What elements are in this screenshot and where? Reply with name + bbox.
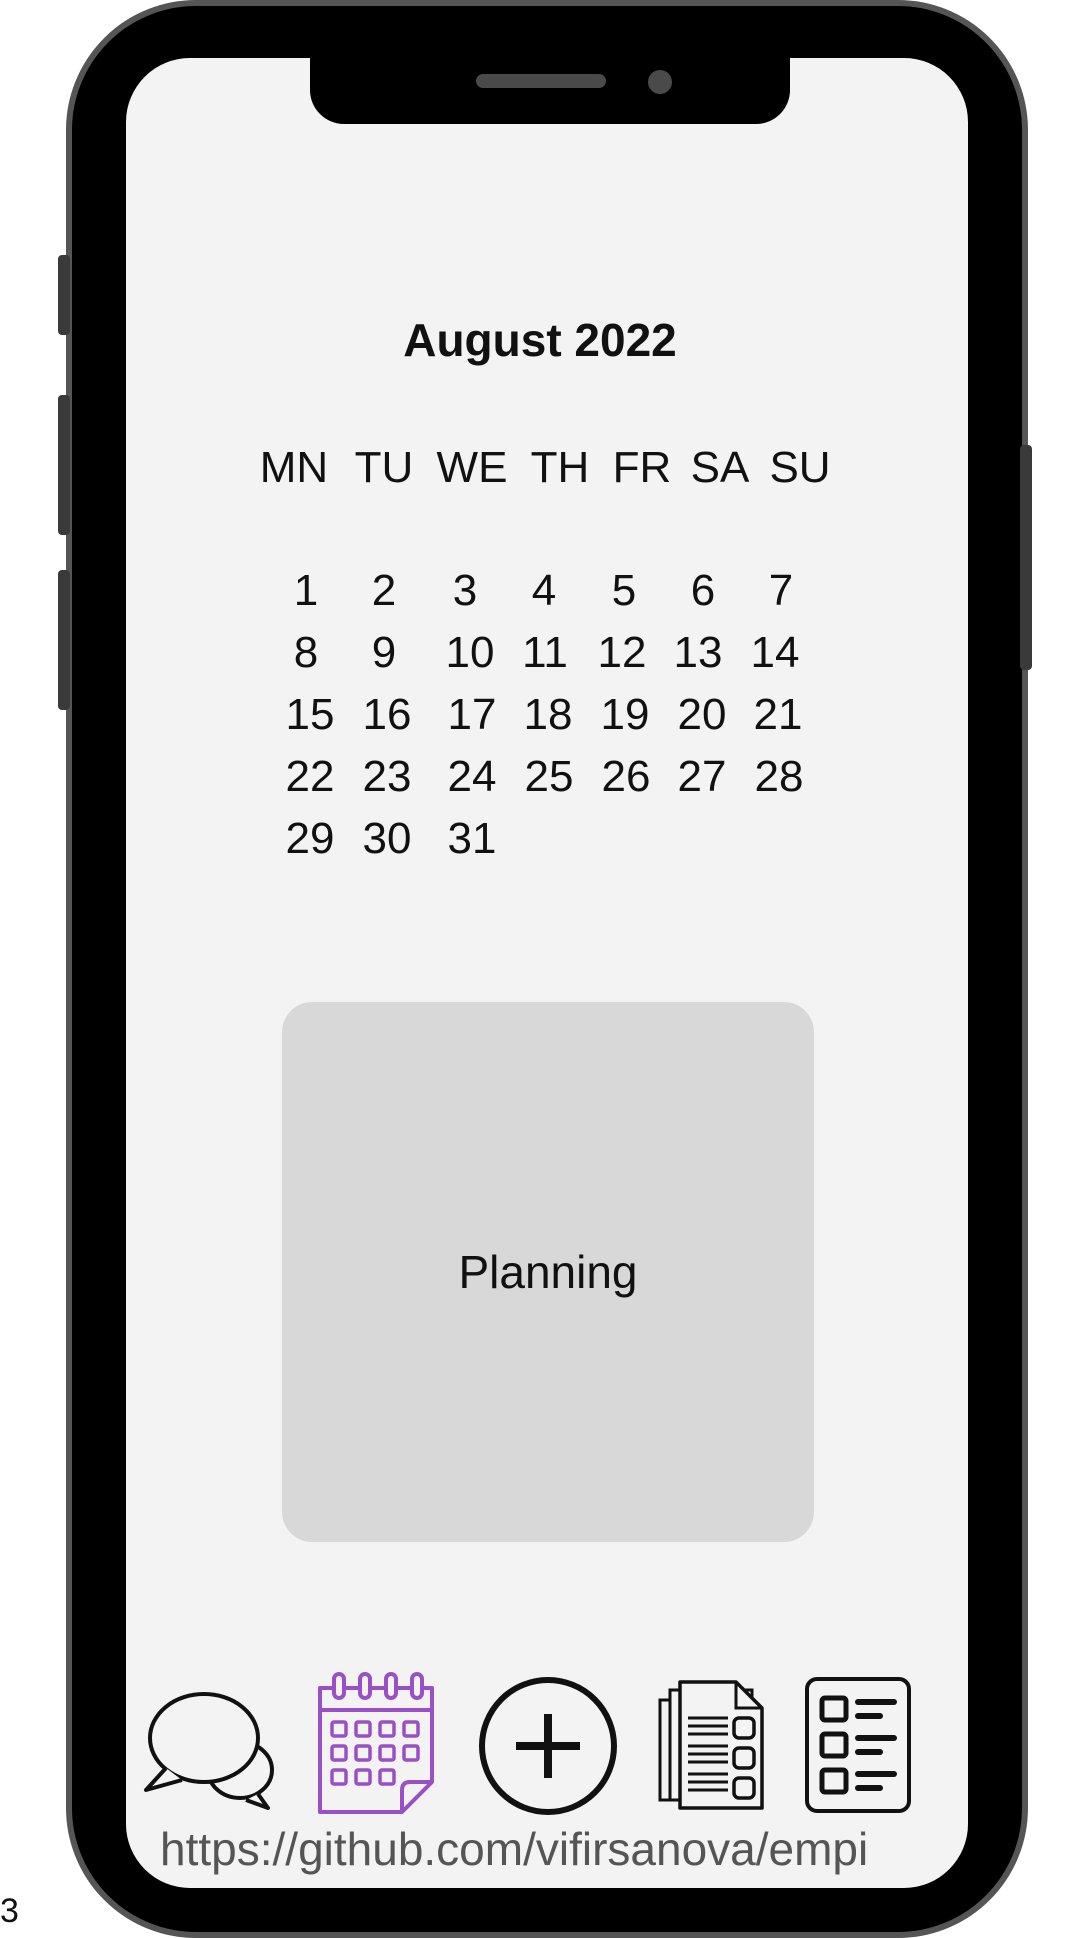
day-cell[interactable]: 12	[582, 628, 662, 678]
documents-icon[interactable]	[656, 1678, 768, 1812]
day-cell[interactable]: 13	[658, 628, 738, 678]
phone-side-button	[58, 570, 70, 710]
phone-notch	[310, 56, 790, 124]
day-cell[interactable]: 19	[585, 690, 665, 740]
weekday-label: TH	[530, 443, 590, 492]
day-cell[interactable]: 18	[508, 690, 588, 740]
add-circle-icon[interactable]	[476, 1674, 620, 1818]
day-cell[interactable]: 2	[344, 566, 424, 616]
day-cell[interactable]: 6	[663, 566, 743, 616]
day-cell[interactable]: 20	[662, 690, 742, 740]
day-cell[interactable]: 23	[347, 752, 427, 802]
planning-card[interactable]: Planning	[282, 1002, 814, 1542]
day-cell[interactable]: 5	[584, 566, 664, 616]
weekday-label: TU	[354, 443, 414, 492]
month-title: August 2022	[403, 314, 677, 366]
weekday-label: SU	[769, 443, 831, 492]
day-cell[interactable]: 8	[266, 628, 346, 678]
day-cell[interactable]: 27	[662, 752, 742, 802]
day-cell[interactable]: 1	[266, 566, 346, 616]
day-cell[interactable]: 28	[739, 752, 819, 802]
day-cell[interactable]: 11	[505, 628, 585, 678]
day-cell[interactable]: 25	[509, 752, 589, 802]
phone-side-button	[1020, 445, 1032, 670]
weekday-label: WE	[436, 443, 508, 492]
phone-side-button	[58, 395, 70, 535]
day-cell[interactable]: 22	[270, 752, 350, 802]
day-cell[interactable]: 17	[432, 690, 512, 740]
weekday-label: FR	[612, 443, 672, 492]
day-cell[interactable]: 15	[270, 690, 350, 740]
day-cell[interactable]: 30	[347, 814, 427, 864]
day-cell[interactable]: 26	[586, 752, 666, 802]
day-cell[interactable]: 4	[504, 566, 584, 616]
checklist-icon[interactable]	[804, 1676, 912, 1814]
speaker-grille	[476, 74, 606, 88]
github-url[interactable]: https://github.com/vifirsanova/empi	[160, 1822, 940, 1876]
chat-bubbles-icon[interactable]	[140, 1688, 276, 1814]
planning-label: Planning	[458, 1246, 638, 1298]
weekday-label: SA	[690, 443, 750, 492]
day-cell[interactable]: 10	[430, 628, 510, 678]
day-cell[interactable]: 29	[270, 814, 350, 864]
calendar-icon[interactable]	[312, 1670, 440, 1814]
day-cell[interactable]: 7	[741, 566, 821, 616]
weekday-label: MN	[259, 443, 329, 492]
front-camera	[648, 70, 672, 94]
day-cell[interactable]: 3	[425, 566, 505, 616]
day-cell[interactable]: 14	[735, 628, 815, 678]
day-cell[interactable]: 16	[347, 690, 427, 740]
page-number: 3	[0, 1892, 19, 1930]
day-cell[interactable]: 9	[344, 628, 424, 678]
day-cell[interactable]: 31	[432, 814, 512, 864]
day-cell[interactable]: 21	[738, 690, 818, 740]
day-cell[interactable]: 24	[432, 752, 512, 802]
